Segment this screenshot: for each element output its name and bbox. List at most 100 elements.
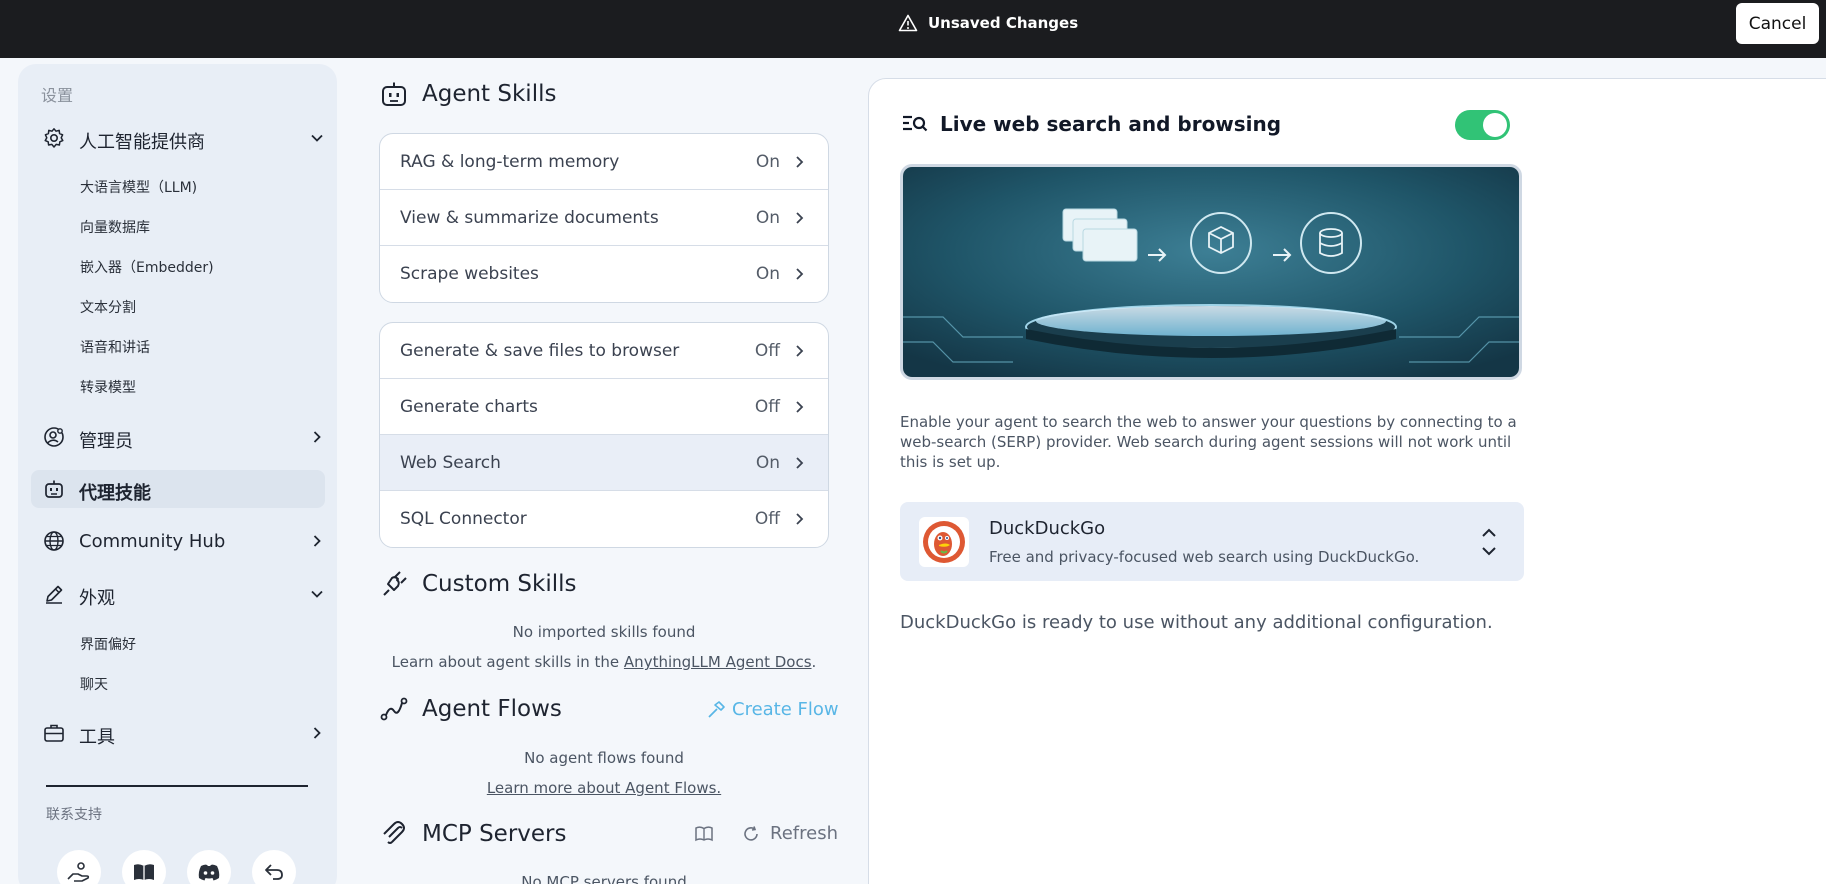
no-agent-flows-text: No agent flows found <box>524 749 684 767</box>
web-search-heading: Live web search and browsing <box>902 112 1281 136</box>
agent-flows-learn-more: Learn more about Agent Flows. <box>379 779 829 797</box>
search-list-icon <box>902 114 928 134</box>
robot-icon <box>380 80 408 108</box>
agent-flows-title: Agent Flows <box>422 696 562 722</box>
sidebar-item-label: 工具 <box>79 727 115 748</box>
skill-name: Generate & save files to browser <box>400 341 680 361</box>
skill-name: SQL Connector <box>400 509 527 529</box>
skill-status: Off <box>754 341 780 361</box>
skill-row-web-search[interactable]: Web Search On <box>380 435 828 491</box>
skill-row-rag-memory[interactable]: RAG & long-term memory On <box>380 134 828 190</box>
web-search-title: Live web search and browsing <box>940 112 1282 136</box>
refresh-icon[interactable] <box>742 825 760 843</box>
web-search-description: Enable your agent to search the web to a… <box>900 413 1517 471</box>
chevron-right-icon <box>794 267 806 281</box>
skill-row-save-files[interactable]: Generate & save files to browser Off <box>380 323 828 379</box>
create-flow-button[interactable]: Create Flow <box>706 699 839 720</box>
learn-agent-flows-link[interactable]: Learn more about Agent Flows. <box>487 779 721 797</box>
custom-skills-heading: Custom Skills <box>380 570 577 598</box>
chevron-down-icon <box>310 131 324 145</box>
gear-icon <box>43 127 65 149</box>
skill-status: On <box>755 208 780 228</box>
learn-prefix: Learn about agent skills in the <box>391 653 624 671</box>
support-hand-icon[interactable] <box>57 850 101 884</box>
sidebar-item-admin[interactable]: 管理员 <box>31 418 325 456</box>
web-search-toggle[interactable] <box>1455 110 1510 140</box>
chevron-right-icon <box>310 430 324 444</box>
agent-skills-title: Agent Skills <box>422 81 557 107</box>
skill-name: Scrape websites <box>400 264 539 284</box>
warning-triangle-icon <box>898 14 918 32</box>
sidebar-subitem-vector-db[interactable]: 向量数据库 <box>80 217 150 237</box>
chevron-right-icon <box>794 456 806 470</box>
book-icon[interactable] <box>694 825 714 843</box>
agent-docs-link[interactable]: AnythingLLM Agent Docs <box>624 653 812 671</box>
sidebar-item-community-hub[interactable]: Community Hub <box>31 522 325 560</box>
web-search-illustration <box>900 164 1522 380</box>
sidebar-subitem-llm[interactable]: 大语言模型（LLM) <box>80 177 197 197</box>
sidebar-item-agent-skills[interactable]: 代理技能 <box>31 470 325 508</box>
duckduckgo-logo-icon <box>919 517 969 567</box>
refresh-button[interactable]: Refresh <box>770 823 838 844</box>
no-mcp-servers-text: No MCP servers found <box>521 873 687 884</box>
chevron-right-icon <box>794 155 806 169</box>
sidebar-item-label: Community Hub <box>79 531 226 552</box>
chevron-right-icon <box>794 344 806 358</box>
skill-status: On <box>755 152 780 172</box>
provider-name: DuckDuckGo <box>989 518 1106 539</box>
skill-row-sql-connector[interactable]: SQL Connector Off <box>380 491 828 547</box>
skill-row-scrape-websites[interactable]: Scrape websites On <box>380 246 828 302</box>
skill-row-generate-charts[interactable]: Generate charts Off <box>380 379 828 435</box>
sidebar-subitem-transcription[interactable]: 转录模型 <box>80 377 136 397</box>
cancel-button[interactable]: Cancel <box>1736 3 1819 44</box>
flow-icon <box>380 695 408 723</box>
mcp-icon <box>380 820 408 848</box>
skill-name: RAG & long-term memory <box>400 152 620 172</box>
globe-icon <box>43 530 65 552</box>
sidebar-item-tools[interactable]: 工具 <box>31 714 325 752</box>
contact-support-label: 联系支持 <box>46 807 102 823</box>
learn-suffix: . <box>811 653 817 671</box>
back-arrow-icon[interactable] <box>252 850 296 884</box>
chevron-right-icon <box>310 726 324 740</box>
search-provider-select[interactable]: DuckDuckGo Free and privacy-focused web … <box>900 502 1524 581</box>
sidebar-subitem-text-splitter[interactable]: 文本分割 <box>80 297 136 317</box>
discord-icon[interactable] <box>187 850 231 884</box>
settings-sidebar: 设置 人工智能提供商 大语言模型（LLM) 向量数据库 嵌入器（Embedder… <box>18 64 337 884</box>
skill-status: Off <box>754 397 780 417</box>
hammer-icon <box>706 700 726 720</box>
toggle-knob <box>1483 113 1507 137</box>
default-skills-card: RAG & long-term memory On View & summari… <box>379 133 829 303</box>
agent-flows-heading: Agent Flows <box>380 695 562 723</box>
sidebar-item-label: 代理技能 <box>79 483 151 504</box>
chevron-right-icon <box>794 400 806 414</box>
sidebar-subitem-voice-speech[interactable]: 语音和讲话 <box>80 337 150 357</box>
sidebar-item-ai-providers[interactable]: 人工智能提供商 <box>31 119 325 157</box>
toolbox-icon <box>43 722 65 744</box>
mcp-actions: Refresh <box>694 823 838 844</box>
sidebar-item-appearance[interactable]: 外观 <box>31 575 325 613</box>
chevron-right-icon <box>794 211 806 225</box>
skill-status: On <box>755 264 780 284</box>
book-icon[interactable] <box>122 850 166 884</box>
user-gear-icon <box>43 426 65 448</box>
sidebar-subitem-embedder[interactable]: 嵌入器（Embedder) <box>80 257 214 277</box>
skill-status: On <box>755 453 780 473</box>
skill-row-summarize-docs[interactable]: View & summarize documents On <box>380 190 828 246</box>
provider-ready-text: DuckDuckGo is ready to use without any a… <box>900 612 1493 633</box>
skill-status: Off <box>754 509 780 529</box>
unsaved-changes-indicator: Unsaved Changes <box>898 14 1078 32</box>
no-imported-skills-text: No imported skills found <box>512 623 696 641</box>
sidebar-subitem-chat[interactable]: 聊天 <box>80 674 108 694</box>
sidebar-item-label: 人工智能提供商 <box>79 132 205 153</box>
custom-skills-learn-text: Learn about agent skills in the Anything… <box>379 653 829 671</box>
sidebar-subitem-interface-prefs[interactable]: 界面偏好 <box>80 634 136 654</box>
skill-name: Generate charts <box>400 397 538 417</box>
mcp-servers-heading: MCP Servers <box>380 820 567 848</box>
skill-name: Web Search <box>400 453 501 473</box>
skill-name: View & summarize documents <box>400 208 659 228</box>
mcp-servers-title: MCP Servers <box>422 821 567 847</box>
plug-icon <box>380 570 408 598</box>
chevron-up-down-icon[interactable] <box>1481 526 1497 558</box>
sidebar-heading: 设置 <box>41 86 74 105</box>
